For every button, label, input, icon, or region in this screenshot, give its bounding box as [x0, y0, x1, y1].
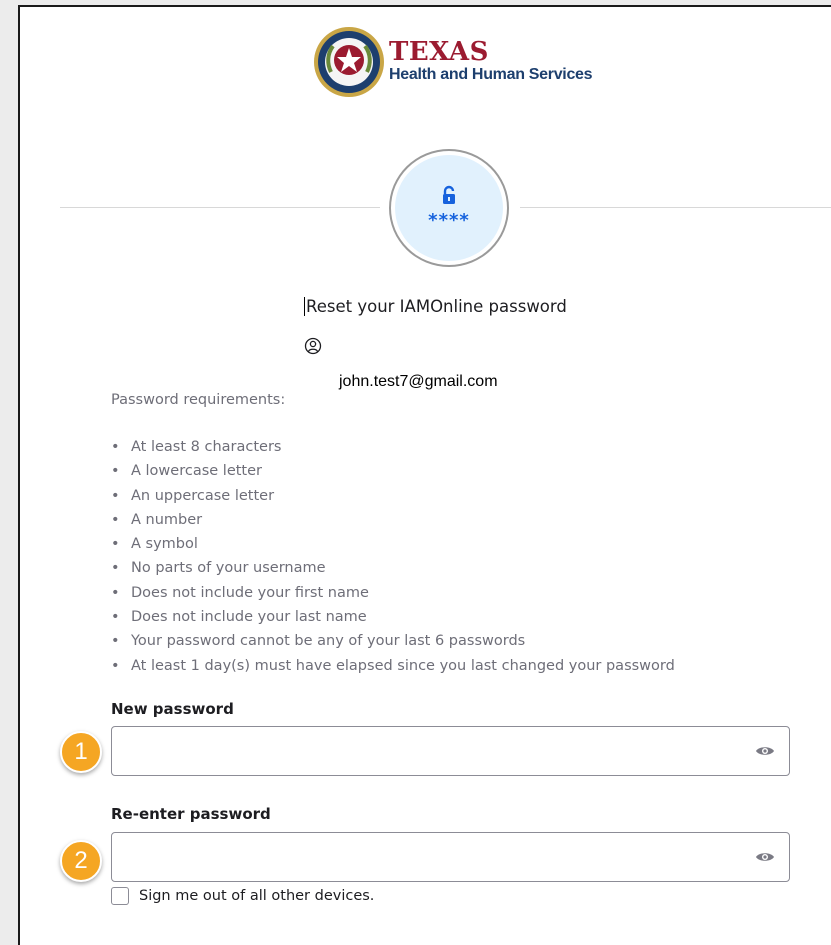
divider-right — [520, 207, 831, 208]
requirement-item: • A number — [111, 511, 203, 528]
requirement-item: • Your password cannot be any of your las… — [111, 633, 526, 650]
signout-label[interactable]: Sign me out of all other devices. — [139, 888, 374, 904]
password-mask-text: **** — [428, 210, 470, 231]
requirement-item: • Does not include your last name — [111, 609, 367, 626]
requirement-item: • No parts of your username — [111, 560, 326, 577]
requirement-item: • Does not include your first name — [111, 584, 369, 601]
divider-left — [60, 207, 380, 208]
reenter-password-input[interactable] — [122, 833, 726, 881]
show-password-eye-icon[interactable] — [755, 744, 775, 758]
user-circle-icon — [304, 337, 322, 355]
unlock-icon — [443, 185, 455, 204]
new-password-label: New password — [111, 700, 234, 718]
reset-password-card: TEXAS Health and Human Services **** Res… — [18, 5, 831, 945]
requirement-item: • A symbol — [111, 536, 198, 553]
step-badge-2: 2 — [60, 840, 102, 882]
requirement-item: • At least 1 day(s) must have elapsed sin… — [111, 657, 675, 674]
step-badge-1: 1 — [60, 731, 102, 773]
show-password-eye-icon[interactable] — [755, 850, 775, 864]
new-password-field[interactable] — [111, 726, 790, 776]
password-badge: **** — [389, 149, 509, 267]
requirement-item: • At least 8 characters — [111, 439, 282, 455]
requirement-item: • An uppercase letter — [111, 487, 275, 504]
signout-checkbox[interactable] — [111, 887, 129, 905]
requirement-item: • A lowercase letter — [111, 463, 262, 480]
reenter-password-field[interactable] — [111, 832, 790, 882]
texas-seal-icon — [314, 27, 384, 97]
reenter-password-label: Re-enter password — [111, 805, 271, 823]
requirements-heading: Password requirements: — [111, 392, 286, 408]
new-password-input[interactable] — [122, 727, 726, 775]
logo-subtitle: Health and Human Services — [389, 66, 593, 83]
hhs-logo: TEXAS Health and Human Services — [313, 26, 593, 98]
signout-option[interactable]: Sign me out of all other devices. — [111, 887, 374, 905]
requirements-list: • At least 8 characters • A lowercase lett… — [111, 435, 675, 678]
logo-title: TEXAS — [389, 37, 489, 67]
page-title: Reset your IAMOnline password — [304, 297, 567, 316]
user-email: john.test7@gmail.com — [339, 373, 498, 390]
